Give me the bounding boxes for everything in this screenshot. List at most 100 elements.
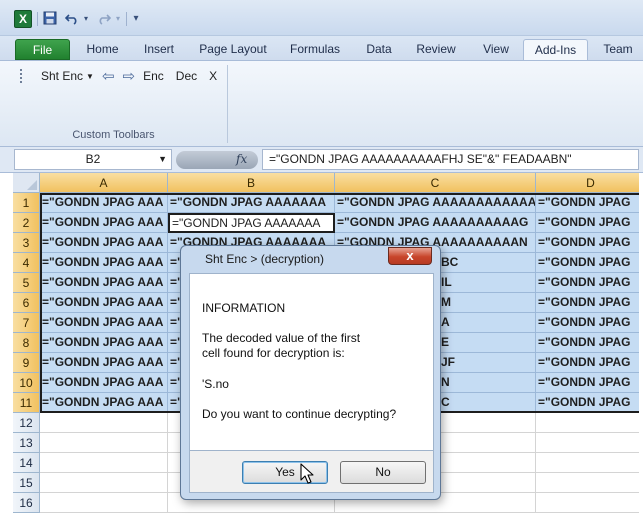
cell-a8[interactable]: ="GONDN JPAG AAA [40, 333, 168, 353]
row-header-16[interactable]: 16 [13, 493, 40, 513]
cell-d4[interactable]: ="GONDN JPAG [536, 253, 639, 273]
cell-a9[interactable]: ="GONDN JPAG AAA [40, 353, 168, 373]
cell-d10[interactable]: ="GONDN JPAG [536, 373, 639, 393]
row-header-8[interactable]: 8 [13, 333, 40, 353]
group-separator [227, 65, 228, 143]
row-header-11[interactable]: 11 [13, 393, 40, 413]
group-label: Custom Toolbars [72, 129, 155, 141]
row-header-2[interactable]: 2 [13, 213, 40, 233]
close-button[interactable]: x [388, 247, 432, 265]
formula-controls: fx [176, 151, 258, 169]
cell-c1[interactable]: ="GONDN JPAG AAAAAAAAAAAAC [335, 193, 536, 213]
name-box[interactable]: B2 ▼ [14, 149, 172, 170]
row-header-10[interactable]: 10 [13, 373, 40, 393]
tab-add-ins[interactable]: Add-Ins [523, 39, 588, 60]
row-header-4[interactable]: 4 [13, 253, 40, 273]
dialog-title: Sht Enc > (decryption) [205, 252, 325, 266]
cell-d5[interactable]: ="GONDN JPAG [536, 273, 639, 293]
row-header-3[interactable]: 3 [13, 233, 40, 253]
cell-a1[interactable]: ="GONDN JPAG AAA [40, 193, 168, 213]
cell-d9[interactable]: ="GONDN JPAG [536, 353, 639, 373]
cell-b1[interactable]: ="GONDN JPAG AAAAAAA [168, 193, 335, 213]
tab-page-layout[interactable]: Page Layout [194, 39, 272, 60]
arrow-left-icon[interactable]: ⇦ [102, 67, 115, 85]
undo-icon[interactable] [64, 9, 80, 27]
cell-a11[interactable]: ="GONDN JPAG AAA [40, 393, 168, 413]
cell-d1[interactable]: ="GONDN JPAG [536, 193, 639, 213]
redo-icon[interactable] [96, 9, 112, 27]
row-header-7[interactable]: 7 [13, 313, 40, 333]
tab-file[interactable]: File [15, 39, 70, 60]
row-header-14[interactable]: 14 [13, 453, 40, 473]
cell-d16[interactable] [536, 493, 639, 513]
formula-bar: B2 ▼ fx ="GONDN JPAG AAAAAAAAAAFHJ SE"&"… [0, 147, 643, 173]
row-header-5[interactable]: 5 [13, 273, 40, 293]
cell-a13[interactable] [40, 433, 168, 453]
cell-d6[interactable]: ="GONDN JPAG [536, 293, 639, 313]
tab-insert[interactable]: Insert [138, 39, 180, 60]
cell-d15[interactable] [536, 473, 639, 493]
select-all-corner[interactable] [13, 173, 40, 193]
cell-d7[interactable]: ="GONDN JPAG [536, 313, 639, 333]
tab-team[interactable]: Team [597, 39, 639, 60]
excel-logo-icon[interactable]: X [14, 10, 32, 28]
cell-c2[interactable]: ="GONDN JPAG AAAAAAAAAAG [335, 213, 536, 233]
cell-a15[interactable] [40, 473, 168, 493]
toolbar-grip-icon[interactable] [20, 69, 23, 83]
cell-d3[interactable]: ="GONDN JPAG [536, 233, 639, 253]
chevron-down-icon[interactable]: ▼ [158, 150, 167, 169]
cell-a7[interactable]: ="GONDN JPAG AAA [40, 313, 168, 333]
row-header-12[interactable]: 12 [13, 413, 40, 433]
cell-a14[interactable] [40, 453, 168, 473]
column-header-d[interactable]: D [536, 173, 639, 193]
redo-dropdown-icon[interactable]: ▾ [114, 9, 122, 27]
decryption-dialog: Sht Enc > (decryption) x INFORMATION The… [180, 245, 441, 500]
cell-d13[interactable] [536, 433, 639, 453]
save-icon[interactable] [42, 9, 58, 27]
tab-review[interactable]: Review [410, 39, 462, 60]
undo-dropdown-icon[interactable]: ▾ [82, 9, 90, 27]
sht-enc-dropdown[interactable]: Sht Enc ▼ [41, 69, 94, 83]
cell-a16[interactable] [40, 493, 168, 513]
column-header-b[interactable]: B [168, 173, 335, 193]
row-header-15[interactable]: 15 [13, 473, 40, 493]
ribbon: Sht Enc ▼ ⇦ ⇨ Enc Dec X Custom Toolbars [0, 60, 643, 147]
row-header-13[interactable]: 13 [13, 433, 40, 453]
dialog-body: INFORMATION The decoded value of the fir… [189, 273, 434, 451]
cell-d14[interactable] [536, 453, 639, 473]
customize-qat-icon[interactable]: ▾ [130, 9, 142, 27]
cell-d12[interactable] [536, 413, 639, 433]
column-header-c[interactable]: C [335, 173, 536, 193]
tab-formulas[interactable]: Formulas [284, 39, 346, 60]
enc-button[interactable]: Enc [143, 69, 164, 83]
column-header-a[interactable]: A [40, 173, 168, 193]
row-header-6[interactable]: 6 [13, 293, 40, 313]
cell-b2[interactable]: ="GONDN JPAG AAAAAAA [168, 213, 335, 233]
no-button[interactable]: No [340, 461, 426, 484]
mouse-pointer-icon [300, 463, 314, 484]
row-header-9[interactable]: 9 [13, 353, 40, 373]
row-header-1[interactable]: 1 [13, 193, 40, 213]
cell-d11[interactable]: ="GONDN JPAG [536, 393, 639, 413]
sht-enc-label: Sht Enc [41, 69, 84, 83]
insert-function-icon[interactable]: fx [236, 152, 247, 166]
quick-access-toolbar: X ▾ ▾ ▾ [0, 0, 643, 36]
arrow-right-icon[interactable]: ⇨ [123, 67, 136, 85]
cell-d2[interactable]: ="GONDN JPAG [536, 213, 639, 233]
cell-a12[interactable] [40, 413, 168, 433]
tab-home[interactable]: Home [80, 39, 125, 60]
cell-a4[interactable]: ="GONDN JPAG AAA [40, 253, 168, 273]
yes-button[interactable]: Yes [242, 461, 328, 484]
cell-a6[interactable]: ="GONDN JPAG AAA [40, 293, 168, 313]
toolbar-close-button[interactable]: X [209, 69, 217, 83]
tab-view[interactable]: View [475, 39, 517, 60]
tab-data[interactable]: Data [360, 39, 398, 60]
cell-d8[interactable]: ="GONDN JPAG [536, 333, 639, 353]
cell-a10[interactable]: ="GONDN JPAG AAA [40, 373, 168, 393]
dec-button[interactable]: Dec [176, 69, 197, 83]
qat-separator [37, 12, 38, 26]
formula-input[interactable]: ="GONDN JPAG AAAAAAAAAAFHJ SE"&" FEADAAB… [262, 149, 639, 170]
cell-a2[interactable]: ="GONDN JPAG AAA [40, 213, 168, 233]
cell-a5[interactable]: ="GONDN JPAG AAA [40, 273, 168, 293]
cell-a3[interactable]: ="GONDN JPAG AAA [40, 233, 168, 253]
